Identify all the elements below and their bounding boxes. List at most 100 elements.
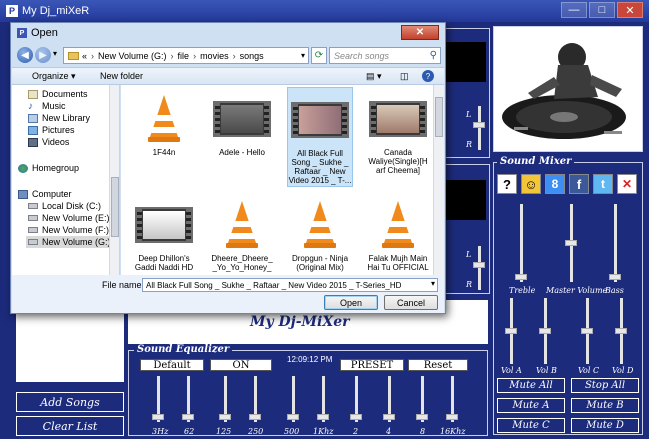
eq-band-8-thumb[interactable] (383, 414, 395, 420)
breadcrumb-songs[interactable]: songs (240, 51, 264, 61)
mute-a-button[interactable]: Mute A (497, 398, 565, 413)
eq-band-5-thumb[interactable] (287, 414, 299, 420)
eq-preset-button[interactable]: PRESET (340, 359, 404, 371)
vol-b-slider-thumb[interactable] (539, 328, 551, 334)
nav-volume-f[interactable]: New Volume (F:) (28, 225, 109, 235)
nav-videos[interactable]: Videos (28, 137, 69, 147)
search-icon[interactable]: ⚲ (430, 50, 437, 61)
treble-slider-thumb[interactable] (515, 274, 527, 280)
search-input[interactable]: Search songs ⚲ (329, 47, 441, 64)
close-window-button[interactable]: ✕ (617, 2, 643, 18)
clear-list-button[interactable]: Clear List (16, 416, 124, 436)
video-thumbnail-icon (368, 91, 428, 145)
files-scrollbar[interactable] (433, 85, 444, 275)
deck-b-balance-thumb[interactable] (473, 262, 485, 268)
vol-c-slider-thumb[interactable] (581, 328, 593, 334)
stop-all-button[interactable]: Stop All (571, 378, 639, 393)
close-icon[interactable]: ✕ (617, 174, 637, 194)
nav-volume-e[interactable]: New Volume (E:) (28, 213, 110, 223)
smiley-icon[interactable]: ☺ (521, 174, 541, 194)
nav-scrollbar-thumb[interactable] (111, 177, 119, 237)
file-item[interactable]: 1F44n (131, 91, 197, 157)
back-icon[interactable]: ◀ (17, 47, 33, 63)
eq-band-6-thumb[interactable] (317, 414, 329, 420)
eq-band-10-thumb[interactable] (446, 414, 458, 420)
nav-homegroup[interactable]: Homegroup (18, 163, 79, 173)
file-name-input[interactable]: All Black Full Song _ Sukhe _ Raftaar _ … (142, 278, 438, 292)
eq-default-button[interactable]: Default (140, 359, 204, 371)
nav-new-library[interactable]: New Library (28, 113, 90, 123)
minimize-button[interactable]: — (561, 2, 587, 18)
vol-a-slider-thumb[interactable] (505, 328, 517, 334)
library-icon (28, 113, 38, 123)
file-name-dropdown-icon[interactable]: ▾ (431, 279, 435, 288)
files-scrollbar-thumb[interactable] (435, 97, 443, 137)
help-icon[interactable]: ? (497, 174, 517, 194)
eq-band-4-thumb[interactable] (249, 414, 261, 420)
dialog-toolbar: Organize ▾ New folder ▤ ▾ ◫ ? (12, 67, 444, 85)
file-name: Dropgun - Ninja (Original Mix) (291, 254, 349, 272)
deck-b-balance-track[interactable] (478, 246, 481, 290)
recent-dropdown-icon[interactable]: ▾ (53, 49, 57, 58)
help-circle-icon[interactable]: ? (422, 70, 434, 82)
eq-band-2-thumb[interactable] (182, 414, 194, 420)
mute-c-button[interactable]: Mute C (497, 418, 565, 433)
breadcrumb-movies[interactable]: movies (200, 51, 229, 61)
dialog-close-button[interactable]: ✕ (401, 25, 439, 40)
breadcrumb-drive[interactable]: New Volume (G:) (98, 51, 167, 61)
nav-local-disk-c[interactable]: Local Disk (C:) (28, 201, 101, 211)
nav-music[interactable]: ♪ Music (28, 101, 66, 112)
master-volume-slider-thumb[interactable] (565, 240, 577, 246)
mute-all-button[interactable]: Mute All (497, 378, 565, 393)
open-button[interactable]: Open (324, 295, 378, 310)
bass-slider-thumb[interactable] (609, 274, 621, 280)
deck-a-balance-track[interactable] (478, 106, 481, 150)
address-bar[interactable]: « › New Volume (G:) › file › movies › so… (63, 47, 309, 64)
file-item[interactable]: Deep Dhillon's Gaddi Naddi HD (131, 197, 197, 272)
file-item[interactable]: Canada Waliye(Single)[H arf Cheema] (365, 91, 431, 175)
file-item-selected[interactable]: All Black Full Song _ Sukhe _ Raftaar _ … (287, 87, 353, 187)
breadcrumb-overflow[interactable]: « (82, 51, 87, 61)
file-item[interactable]: Dropgun - Ninja (Original Mix) (287, 197, 353, 272)
file-item[interactable]: Falak Mujh Main Hai Tu OFFICIAL (365, 197, 431, 272)
new-folder-button[interactable]: New folder (100, 71, 143, 81)
equalizer-time: 12:09:12 PM (287, 355, 333, 364)
music-icon: ♪ (28, 101, 33, 112)
nav-pictures[interactable]: Pictures (28, 125, 75, 135)
refresh-icon[interactable]: ⟳ (311, 47, 327, 64)
breadcrumb-file[interactable]: file (178, 51, 190, 61)
eq-band-3-thumb[interactable] (219, 414, 231, 420)
eq-band-7-thumb[interactable] (350, 414, 362, 420)
eq-reset-button[interactable]: Reset (408, 359, 468, 371)
add-songs-button[interactable]: Add Songs (16, 392, 124, 412)
forward-icon[interactable]: ▶ (35, 47, 51, 63)
eq-on-button[interactable]: ON (210, 359, 272, 371)
address-dropdown-icon[interactable]: ▾ (301, 51, 305, 60)
mute-d-button[interactable]: Mute D (571, 418, 639, 433)
cancel-button[interactable]: Cancel (384, 295, 438, 310)
organize-menu[interactable]: Organize ▾ (32, 71, 76, 82)
google-plus-icon[interactable]: 8 (545, 174, 565, 194)
facebook-icon[interactable]: f (569, 174, 589, 194)
mute-b-button[interactable]: Mute B (571, 398, 639, 413)
nav-documents[interactable]: Documents (28, 89, 88, 99)
nav-volume-g[interactable]: New Volume (G:) (26, 236, 113, 248)
view-options-icon[interactable]: ▤ ▾ (366, 71, 382, 82)
nav-computer[interactable]: Computer (18, 189, 72, 199)
bass-slider-track[interactable] (614, 204, 617, 282)
deck-a-r-label: R (466, 140, 473, 149)
deck-a-balance-thumb[interactable] (473, 122, 485, 128)
file-item[interactable]: Dheere_Dheere_ _Yo_Yo_Honey_ (209, 197, 275, 272)
vol-d-slider-thumb[interactable] (615, 328, 627, 334)
maximize-button[interactable]: □ (589, 2, 615, 18)
eq-band-2-label: 62 (184, 427, 195, 436)
nav-scrollbar[interactable] (109, 85, 119, 275)
eq-band-1-thumb[interactable] (152, 414, 164, 420)
nav-videos-label: Videos (42, 137, 70, 147)
preview-pane-icon[interactable]: ◫ (400, 71, 409, 82)
file-item[interactable]: Adele - Hello (209, 91, 275, 157)
pictures-icon (28, 125, 38, 135)
eq-band-9-thumb[interactable] (416, 414, 428, 420)
twitter-icon[interactable]: t (593, 174, 613, 194)
treble-slider-track[interactable] (520, 204, 523, 282)
